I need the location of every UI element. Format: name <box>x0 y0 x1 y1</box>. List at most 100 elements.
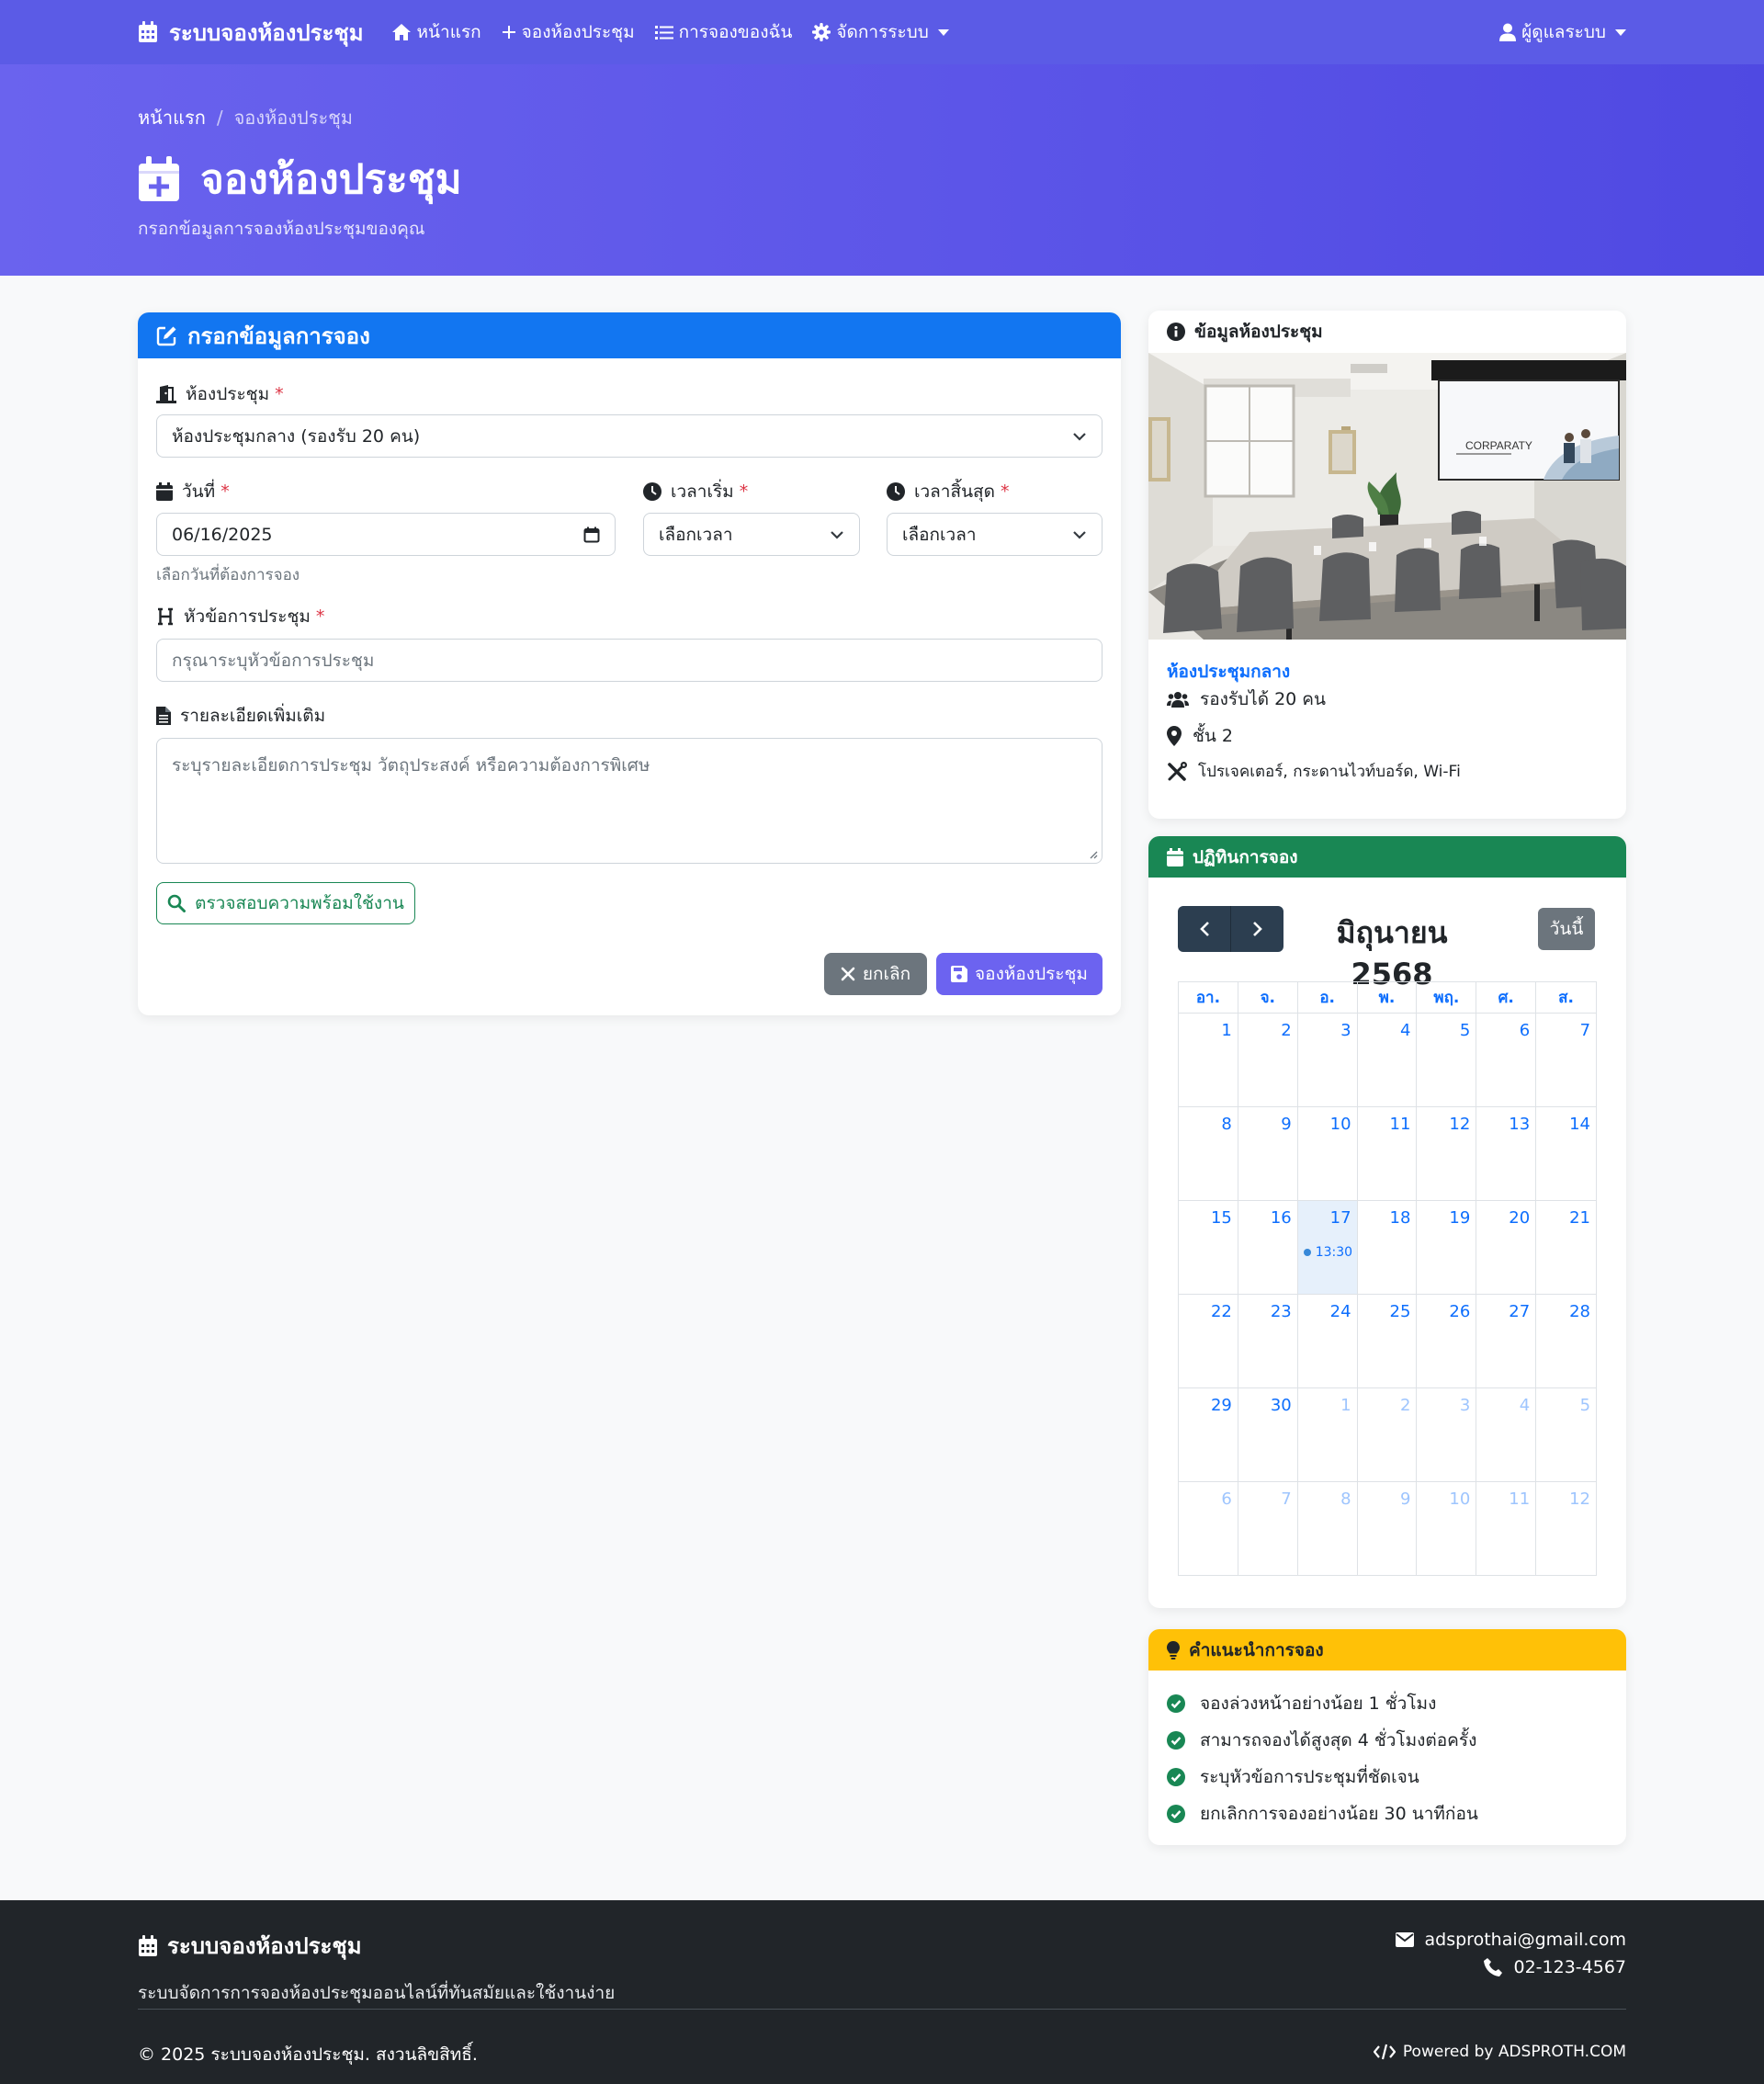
calendar-day[interactable]: 3 <box>1417 1388 1477 1482</box>
tips-title: คำแนะนำการจอง <box>1189 1639 1324 1660</box>
user-menu[interactable]: ผู้ดูแลระบบ <box>1499 18 1626 46</box>
end-time-value: เลือกเวลา <box>902 524 977 545</box>
navbar-brand[interactable]: ระบบจองห้องประชุม <box>138 15 364 51</box>
calendar-weekday: จ. <box>1238 982 1298 1014</box>
calendar-day[interactable]: 7 <box>1238 1482 1298 1576</box>
footer-email[interactable]: adsprothai@gmail.com <box>1395 1930 1626 1950</box>
calendar-day[interactable]: 11 <box>1476 1482 1537 1576</box>
tip-item: ยกเลิกการจองอย่างน้อย 30 นาทีก่อน <box>1167 1800 1478 1828</box>
calendar-week-row: 15 16 17 13:30 18 19 20 21 <box>1179 1201 1598 1295</box>
calendar-day[interactable]: 18 <box>1357 1201 1418 1295</box>
prev-month-button[interactable] <box>1178 906 1231 952</box>
calendar-day[interactable]: 21 <box>1536 1201 1598 1295</box>
clock-icon <box>643 482 671 501</box>
room-name[interactable]: ห้องประชุมกลาง <box>1167 658 1290 685</box>
footer-brand: ระบบจองห้องประชุม <box>138 1928 362 1964</box>
calendar-day[interactable]: 27 <box>1476 1295 1537 1388</box>
calendar-day[interactable]: 20 <box>1476 1201 1537 1295</box>
calendar-picker-icon[interactable] <box>583 527 600 543</box>
topic-input-placeholder: กรุณาระบุหัวข้อการประชุม <box>172 650 375 671</box>
calendar-day-number: 7 <box>1281 1489 1292 1509</box>
calendar-day[interactable]: 15 <box>1179 1201 1238 1295</box>
calendar-day[interactable]: 25 <box>1357 1295 1418 1388</box>
cancel-button[interactable]: ยกเลิก <box>824 953 927 995</box>
calendar-day[interactable]: 2 <box>1357 1388 1418 1482</box>
today-button[interactable]: วันนี้ <box>1538 908 1595 950</box>
calendar-day[interactable]: 30 <box>1238 1388 1298 1482</box>
calendar-month-title: มิถุนายน 2568 <box>1336 915 1448 991</box>
date-input[interactable]: 06/16/2025 <box>156 513 616 556</box>
page-subtitle: กรอกข้อมูลการจองห้องประชุมของคุณ <box>138 219 425 239</box>
resize-grip-icon[interactable] <box>1089 850 1098 859</box>
calendar-day[interactable]: 14 <box>1536 1107 1598 1201</box>
calendar-day[interactable]: 24 <box>1297 1295 1358 1388</box>
nav-my-bookings[interactable]: การจองของฉัน <box>654 18 792 46</box>
calendar-day[interactable]: 6 <box>1476 1014 1537 1107</box>
calendar-day-today[interactable]: 17 13:30 <box>1297 1201 1358 1295</box>
calendar-day[interactable]: 9 <box>1357 1482 1418 1576</box>
required-mark: * <box>220 481 230 502</box>
calendar-day[interactable]: 9 <box>1238 1107 1298 1201</box>
next-month-button[interactable] <box>1231 906 1283 952</box>
calendar-day[interactable]: 10 <box>1297 1107 1358 1201</box>
calendar-day[interactable]: 8 <box>1179 1107 1238 1201</box>
date-label-text: วันที่ <box>182 481 216 502</box>
calendar-weekday: ส. <box>1536 982 1598 1014</box>
lightbulb-icon <box>1167 1640 1189 1659</box>
calendar-day[interactable]: 5 <box>1417 1014 1477 1107</box>
footer-phone[interactable]: 02-123-4567 <box>1484 1957 1626 1977</box>
detail-textarea[interactable]: ระบุรายละเอียดการประชุม วัตถุประสงค์ หรื… <box>156 738 1102 864</box>
topic-input[interactable]: กรุณาระบุหัวข้อการประชุม <box>156 639 1102 682</box>
calendar-day[interactable]: 6 <box>1179 1482 1238 1576</box>
calendar-day[interactable]: 19 <box>1417 1201 1477 1295</box>
calendar-day[interactable]: 5 <box>1536 1388 1598 1482</box>
calendar-day[interactable]: 8 <box>1297 1482 1358 1576</box>
calendar-icon <box>156 482 182 501</box>
chevron-down-icon <box>830 530 844 539</box>
check-availability-button[interactable]: ตรวจสอบความพร้อมใช้งาน <box>156 882 415 924</box>
calendar-day[interactable]: 23 <box>1238 1295 1298 1388</box>
breadcrumb-home[interactable]: หน้าแรก <box>138 103 206 132</box>
calendar-day[interactable]: 3 <box>1297 1014 1358 1107</box>
check-availability-label: ตรวจสอบความพร้อมใช้งาน <box>195 893 404 913</box>
calendar-day-number: 11 <box>1389 1115 1411 1134</box>
end-time-select[interactable]: เลือกเวลา <box>887 513 1102 556</box>
calendar-day[interactable]: 12 <box>1417 1107 1477 1201</box>
calendar-day[interactable]: 4 <box>1357 1014 1418 1107</box>
date-input-value: 06/16/2025 <box>172 524 273 545</box>
calendar-event[interactable]: 13:30 <box>1303 1245 1352 1260</box>
calendar-day[interactable]: 2 <box>1238 1014 1298 1107</box>
nav-home[interactable]: หน้าแรก <box>391 18 481 46</box>
calendar-grid: อา. จ. อ. พ. พฤ. ศ. ส. 1 2 3 4 5 6 7 8 9 10 11 12 13 14 15 16 1… <box>1178 981 1598 1576</box>
calendar-day[interactable]: 10 <box>1417 1482 1477 1576</box>
users-icon <box>1167 691 1200 708</box>
submit-booking-button[interactable]: จองห้องประชุม <box>936 953 1102 995</box>
calendar-day[interactable]: 7 <box>1536 1014 1598 1107</box>
calendar-day[interactable]: 1 <box>1297 1388 1358 1482</box>
nav-admin-dropdown[interactable]: จัดการระบบ <box>812 18 949 46</box>
calendar-day[interactable]: 1 <box>1179 1014 1238 1107</box>
nav-book-room[interactable]: จองห้องประชุม <box>502 18 635 46</box>
room-select[interactable]: ห้องประชุมกลาง (รองรับ 20 คน) <box>156 414 1102 458</box>
footer-divider <box>138 2009 1626 2010</box>
tip-text: ระบุหัวข้อการประชุมที่ชัดเจน <box>1200 1767 1419 1787</box>
calendar-day[interactable]: 22 <box>1179 1295 1238 1388</box>
footer-powered-by[interactable]: Powered by ADSPROTH.COM <box>1373 2043 1626 2061</box>
calendar-day[interactable]: 4 <box>1476 1388 1537 1482</box>
calendar-day[interactable]: 12 <box>1536 1482 1598 1576</box>
tip-item: ระบุหัวข้อการประชุมที่ชัดเจน <box>1167 1763 1419 1791</box>
date-label: วันที่ * <box>156 478 230 505</box>
required-mark: * <box>315 606 325 627</box>
calendar-nav <box>1178 906 1283 952</box>
calendar-day[interactable]: 11 <box>1357 1107 1418 1201</box>
calendar-day-number: 7 <box>1579 1021 1591 1040</box>
calendar-day[interactable]: 26 <box>1417 1295 1477 1388</box>
calendar-icon <box>138 1934 167 1957</box>
calendar-day[interactable]: 28 <box>1536 1295 1598 1388</box>
clock-icon <box>887 482 914 501</box>
calendar-day[interactable]: 29 <box>1179 1388 1238 1482</box>
calendar-day[interactable]: 13 <box>1476 1107 1537 1201</box>
calendar-day[interactable]: 16 <box>1238 1201 1298 1295</box>
start-time-select[interactable]: เลือกเวลา <box>643 513 860 556</box>
code-icon <box>1373 2044 1403 2060</box>
